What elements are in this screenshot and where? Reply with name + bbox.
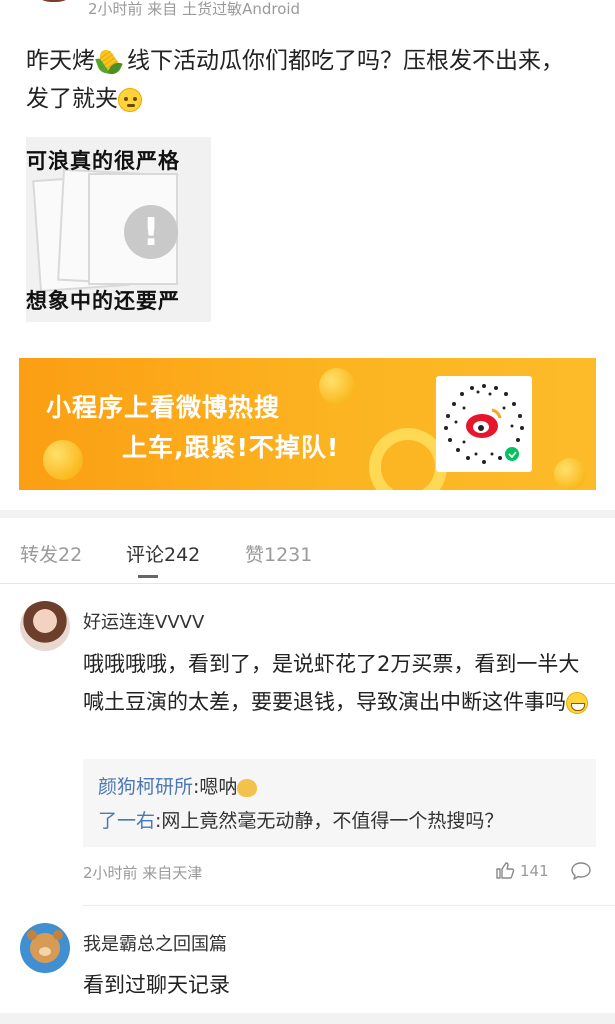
comment-meta: 2小时前 来自天津	[83, 864, 203, 882]
post-text: 昨天烤 线下活动瓜你们都吃了吗？压根发不出来，发了就夹	[26, 42, 586, 118]
bear-avatar-icon	[27, 930, 60, 963]
reply-author[interactable]: 颜狗柯研所	[98, 776, 193, 798]
commenter-name[interactable]: 我是霸总之回国篇	[83, 930, 227, 956]
thumbs-up-icon[interactable]	[495, 860, 515, 884]
decor-ball	[43, 440, 83, 480]
reply-item: 了一右:网上竟然毫无动静，不值得一个热搜吗？	[98, 806, 503, 833]
warning-icon: !	[124, 205, 178, 259]
tab-likes[interactable]: 赞1231	[245, 540, 312, 567]
like-count[interactable]: 141	[520, 862, 549, 880]
reply-item: 颜狗柯研所:嗯呐	[98, 772, 258, 799]
post-image[interactable]: ! 可浪真的很严格 想象中的还要严	[26, 137, 211, 322]
section-divider	[0, 510, 615, 518]
post-text-part1: 昨天烤	[26, 48, 95, 74]
comment-separator	[83, 905, 615, 906]
post-meta: 2小时前 来自 土货过敏Android	[88, 0, 301, 18]
bottom-divider	[0, 1013, 615, 1024]
poster-avatar[interactable]	[26, 0, 82, 2]
tab-reposts[interactable]: 转发22	[20, 540, 82, 567]
commenter-avatar[interactable]	[20, 601, 70, 651]
image-top-text: 可浪真的很严格	[26, 148, 180, 173]
banner-line1: 小程序上看微博热搜	[46, 393, 281, 422]
qr-code	[436, 376, 532, 472]
reply-text: :网上竟然毫无动静，不值得一个热搜吗？	[155, 810, 504, 832]
comment-bubble-icon[interactable]	[570, 860, 592, 886]
mini-program-banner[interactable]: 小程序上看微博热搜 上车,跟紧!不掉队!	[19, 358, 596, 490]
commenter-avatar[interactable]	[20, 923, 70, 973]
image-bottom-text: 想象中的还要严	[26, 288, 180, 313]
decor-ball	[554, 458, 586, 490]
commenter-name[interactable]: 好运连连VVVV	[83, 608, 204, 634]
thinking-emoji-icon	[118, 87, 142, 112]
post-header: 2小时前 来自 土货过敏Android	[0, 0, 615, 18]
cat-emoji-icon	[237, 778, 258, 797]
reply-preview[interactable]: 颜狗柯研所:嗯呐 了一右:网上竟然毫无动静，不值得一个热搜吗？	[83, 759, 596, 847]
banner-line2: 上车,跟紧!不掉队!	[122, 433, 340, 462]
reply-author[interactable]: 了一右	[98, 810, 155, 832]
active-tab-indicator	[138, 575, 158, 578]
decor-ball	[319, 368, 355, 404]
comment-text: 看到过聊天记录	[83, 973, 230, 997]
comment-text-content: 哦哦哦哦，看到了，是说虾花了2万买票，看到一半大喊土豆演的太差，要要退钱，导致演…	[83, 652, 580, 714]
grin-emoji-icon	[566, 692, 588, 714]
tab-comments[interactable]: 评论242	[126, 540, 200, 567]
interaction-tabs: 转发22 评论242 赞1231	[0, 518, 615, 584]
reply-text: :嗯呐	[193, 776, 238, 798]
corn-emoji-icon	[95, 46, 126, 77]
comment-text: 哦哦哦哦，看到了，是说虾花了2万买票，看到一半大喊土豆演的太差，要要退钱，导致演…	[83, 645, 593, 721]
